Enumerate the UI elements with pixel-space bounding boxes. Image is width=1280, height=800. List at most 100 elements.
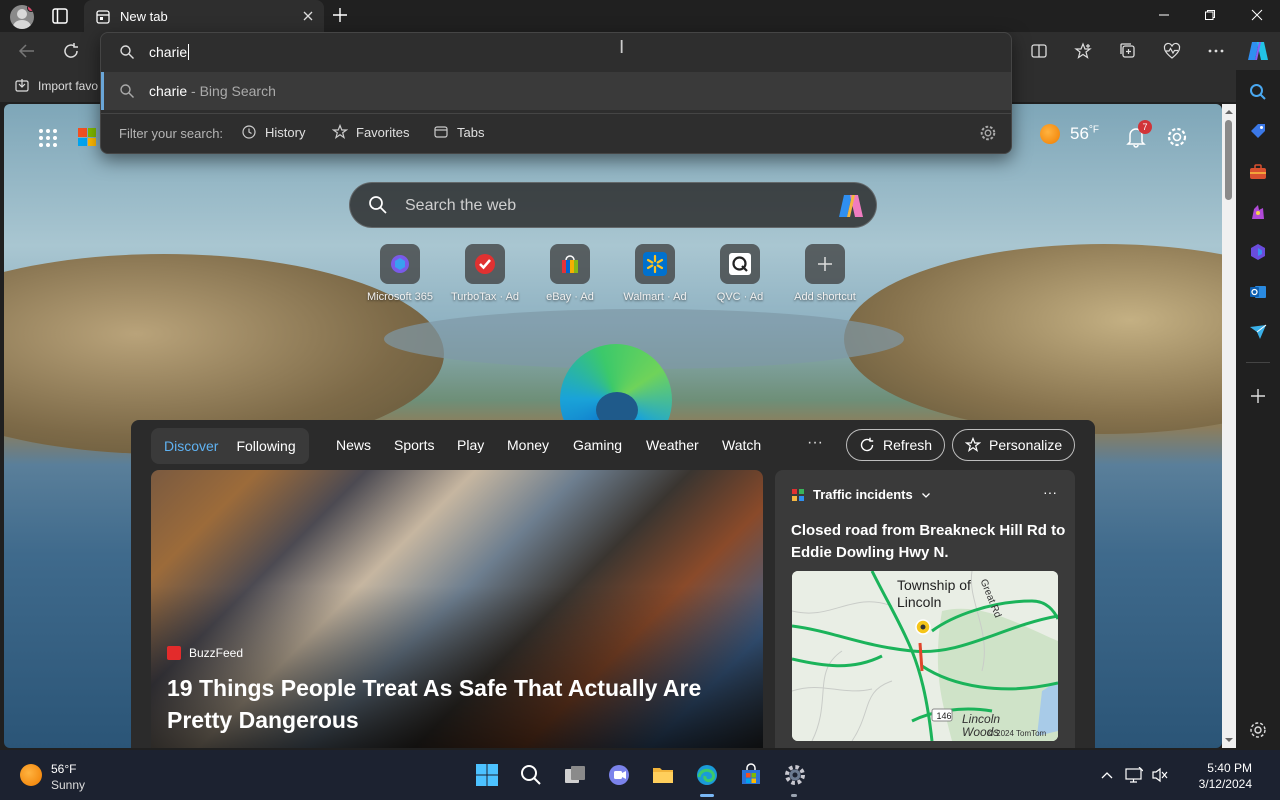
tab-following[interactable]: Following xyxy=(227,438,304,454)
microsoft-365-icon xyxy=(391,255,409,273)
minimize-button[interactable] xyxy=(1158,9,1170,21)
file-explorer-icon[interactable] xyxy=(651,763,675,787)
outlook-icon[interactable] xyxy=(1248,282,1268,302)
volume-muted-icon xyxy=(1152,767,1168,783)
restore-button[interactable] xyxy=(1204,9,1216,21)
web-search-placeholder: Search the web xyxy=(405,197,517,214)
page-settings-icon[interactable] xyxy=(1166,126,1188,148)
favorites-icon[interactable] xyxy=(1074,42,1092,60)
card-more-options[interactable]: ··· xyxy=(1043,484,1057,500)
import-favorites-button[interactable]: Import favo xyxy=(14,78,98,94)
drop-icon[interactable] xyxy=(1248,322,1268,342)
close-tab-icon[interactable] xyxy=(302,10,314,22)
microsoft-365-icon[interactable] xyxy=(1248,242,1268,262)
shortcut-ebay[interactable]: eBay · Ad xyxy=(525,244,615,303)
tab-discover[interactable]: Discover xyxy=(155,438,227,454)
tab-actions-icon[interactable] xyxy=(50,6,70,26)
more-tabs-button[interactable]: ··· xyxy=(807,434,823,452)
tab-watch[interactable]: Watch xyxy=(722,437,761,453)
scrollbar-thumb[interactable] xyxy=(1225,120,1232,200)
taskbar-search-icon[interactable] xyxy=(519,763,543,787)
collections-icon[interactable] xyxy=(1119,42,1137,60)
traffic-map[interactable]: Township of Lincoln Great Rd 146 Lincoln… xyxy=(792,571,1058,741)
tools-icon[interactable] xyxy=(1248,162,1268,182)
import-favorites-label: Import favo xyxy=(38,79,99,93)
sunny-icon xyxy=(1040,124,1060,144)
tab-gaming[interactable]: Gaming xyxy=(573,437,622,453)
close-window-button[interactable] xyxy=(1251,9,1263,21)
edge-browser-icon[interactable] xyxy=(695,763,719,787)
scroll-up-icon xyxy=(1225,110,1233,114)
add-sidebar-app-icon[interactable] xyxy=(1248,386,1268,406)
shopping-tag-icon[interactable] xyxy=(1248,122,1268,142)
scroll-down-icon xyxy=(1225,738,1233,742)
teams-chat-icon[interactable] xyxy=(607,763,631,787)
copilot-icon[interactable] xyxy=(1246,40,1270,62)
suggestion-query: charie xyxy=(149,83,188,99)
traffic-incident-title[interactable]: Closed road from Breakneck Hill Rd to Ed… xyxy=(791,520,1066,564)
tab-news[interactable]: News xyxy=(336,437,371,453)
shortcut-walmart[interactable]: Walmart · Ad xyxy=(610,244,700,303)
browser-essentials-icon[interactable] xyxy=(1163,42,1181,60)
search-icon xyxy=(119,83,135,99)
shortcut-qvc[interactable]: QVC · Ad xyxy=(695,244,785,303)
settings-app-icon[interactable] xyxy=(783,763,807,787)
traffic-card-header[interactable]: Traffic incidents xyxy=(791,487,931,502)
refresh-label: Refresh xyxy=(883,437,933,453)
task-view-icon[interactable] xyxy=(563,763,587,787)
web-search-box[interactable]: Search the web xyxy=(349,182,877,228)
sidebar-settings-icon[interactable] xyxy=(1248,720,1268,740)
shortcut-turbotax[interactable]: TurboTax · Ad xyxy=(440,244,530,303)
tab-new-tab[interactable]: New tab xyxy=(84,0,324,32)
tab-weather[interactable]: Weather xyxy=(646,437,699,453)
page-scrollbar[interactable] xyxy=(1222,104,1236,748)
games-icon[interactable] xyxy=(1248,202,1268,222)
shortcut-label: Add shortcut xyxy=(794,291,856,303)
address-bar-input[interactable]: charie xyxy=(149,44,190,60)
weather-widget[interactable]: 56°F xyxy=(1040,124,1099,144)
map-copyright: © 2024 TomTom xyxy=(988,729,1047,738)
shortcut-microsoft-365[interactable]: Microsoft 365 xyxy=(355,244,445,303)
clock-date: 3/12/2024 xyxy=(1198,777,1252,791)
filter-favorites-button[interactable]: Favorites xyxy=(332,124,409,140)
traffic-card[interactable]: Traffic incidents ··· Closed road from B… xyxy=(775,470,1075,748)
text-cursor-icon: I xyxy=(619,37,625,58)
shortcut-label: Microsoft 365 xyxy=(366,291,434,303)
notifications-bell-icon[interactable]: 7 xyxy=(1126,120,1152,148)
app-launcher-icon[interactable] xyxy=(38,128,58,148)
split-screen-icon[interactable] xyxy=(1030,42,1048,60)
personalize-label: Personalize xyxy=(989,437,1063,453)
windows-start-icon[interactable] xyxy=(475,763,499,787)
add-shortcut-button[interactable]: Add shortcut xyxy=(780,244,870,303)
new-tab-page: 56°F 7 Search the web Microsoft 365 Turb… xyxy=(4,104,1222,748)
new-tab-button[interactable] xyxy=(332,7,348,23)
search-settings-gear-icon[interactable] xyxy=(979,124,997,142)
tab-sports[interactable]: Sports xyxy=(394,437,434,453)
sidebar-search-icon[interactable] xyxy=(1248,82,1268,102)
windows-taskbar: 56°F Sunny 5:40 PM 3/12/2024 xyxy=(0,750,1280,800)
main-news-card[interactable]: BuzzFeed 19 Things People Treat As Safe … xyxy=(151,470,763,748)
refresh-button[interactable]: Refresh xyxy=(846,429,946,461)
taskbar-clock[interactable]: 5:40 PM 3/12/2024 xyxy=(1182,760,1252,792)
tab-play[interactable]: Play xyxy=(457,437,484,453)
back-arrow-icon[interactable] xyxy=(18,42,36,60)
microsoft-logo-icon[interactable] xyxy=(78,128,96,146)
copilot-search-icon[interactable] xyxy=(836,193,866,219)
profile-avatar[interactable] xyxy=(10,5,34,29)
article-headline[interactable]: 19 Things People Treat As Safe That Actu… xyxy=(167,672,727,736)
network-icon xyxy=(1125,767,1143,783)
history-icon xyxy=(242,125,256,139)
search-suggestion[interactable]: charie - Bing Search xyxy=(101,72,1011,110)
more-menu-icon[interactable] xyxy=(1207,42,1225,60)
map-label-place: Township of Lincoln xyxy=(897,577,971,610)
filter-history-button[interactable]: History xyxy=(241,124,305,140)
personalize-button[interactable]: Personalize xyxy=(952,429,1076,461)
chevron-up-icon xyxy=(1101,772,1113,779)
new-tab-page-icon xyxy=(95,9,111,25)
filter-tabs-label: Tabs xyxy=(457,124,485,140)
refresh-icon[interactable] xyxy=(62,42,80,60)
filter-tabs-button[interactable]: Tabs xyxy=(433,124,484,140)
microsoft-store-icon[interactable] xyxy=(739,763,763,787)
tab-money[interactable]: Money xyxy=(507,437,549,453)
feed-pill-group: Discover Following xyxy=(151,428,309,464)
